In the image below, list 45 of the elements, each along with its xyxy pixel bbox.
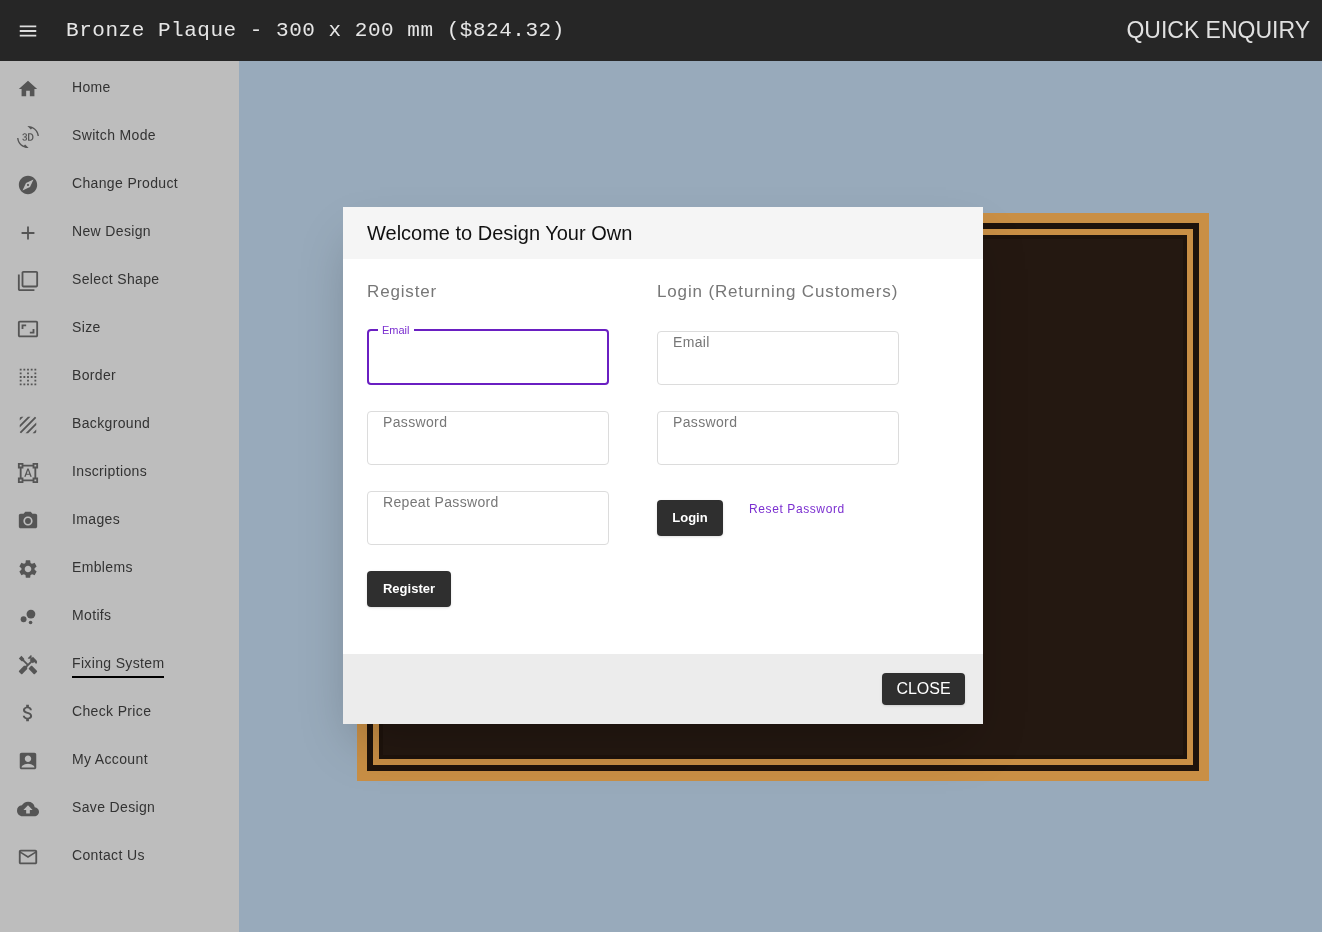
compass-icon [17,174,39,196]
sidebar-item[interactable]: Contact Us [72,844,145,870]
input-field[interactable]: Password [367,410,609,465]
sidebar-item[interactable]: New Design [72,220,151,246]
page-title: Bronze Plaque - 300 x 200 mm ($824.32) [66,17,565,44]
field-placeholder: Password [672,412,738,432]
section-heading: Login (Returning Customers) [657,281,899,303]
sidebar-item[interactable]: Select Shape [72,268,160,294]
sidebar-item[interactable]: Emblems [72,556,133,582]
field-label: Email [381,322,411,337]
sidebar-item[interactable]: My Account [72,748,148,774]
rotate-3d-icon [17,126,39,148]
input-field[interactable]: Repeat Password [367,490,609,545]
section-heading: Register [367,281,439,303]
sidebar-item[interactable]: Change Product [72,172,179,198]
sidebar-item[interactable]: Motifs [72,604,112,630]
sidebar-item[interactable]: Home [72,76,111,102]
texture-icon [17,414,39,436]
field-placeholder: Password [382,412,448,432]
sidebar-item[interactable]: Switch Mode [72,124,156,150]
resize-icon [17,318,39,340]
sidebar-item[interactable]: Border [72,364,117,390]
input-field[interactable]: Password [657,410,899,465]
sidebar-item[interactable]: Size [72,316,101,342]
tools-icon [17,654,39,676]
text-frame-icon [17,462,39,484]
close-button[interactable]: CLOSE [882,673,965,705]
account-icon [17,750,39,772]
sidebar-item[interactable]: Images [72,508,120,534]
sidebar-item[interactable]: Fixing System [72,652,165,678]
sidebar-item[interactable]: Inscriptions [72,460,147,486]
reset-password-link[interactable]: Reset Password [749,499,845,518]
input-field[interactable]: Email [657,330,899,385]
register-button[interactable]: Register [367,570,451,607]
sidebar-item[interactable]: Save Design [72,796,156,822]
sidebar-item[interactable]: Background [72,412,151,438]
layers-icon [17,270,39,292]
login-button[interactable]: Login [657,499,723,536]
field-placeholder: Repeat Password [382,492,499,512]
quick-enquiry-button[interactable]: QUICK ENQUIRY [1126,13,1310,48]
field-placeholder: Email [672,332,710,352]
border-icon [17,366,39,388]
dialog-title: Welcome to Design Your Own [367,221,633,246]
gear-icon [17,558,39,580]
sidebar-item[interactable]: Check Price [72,700,152,726]
